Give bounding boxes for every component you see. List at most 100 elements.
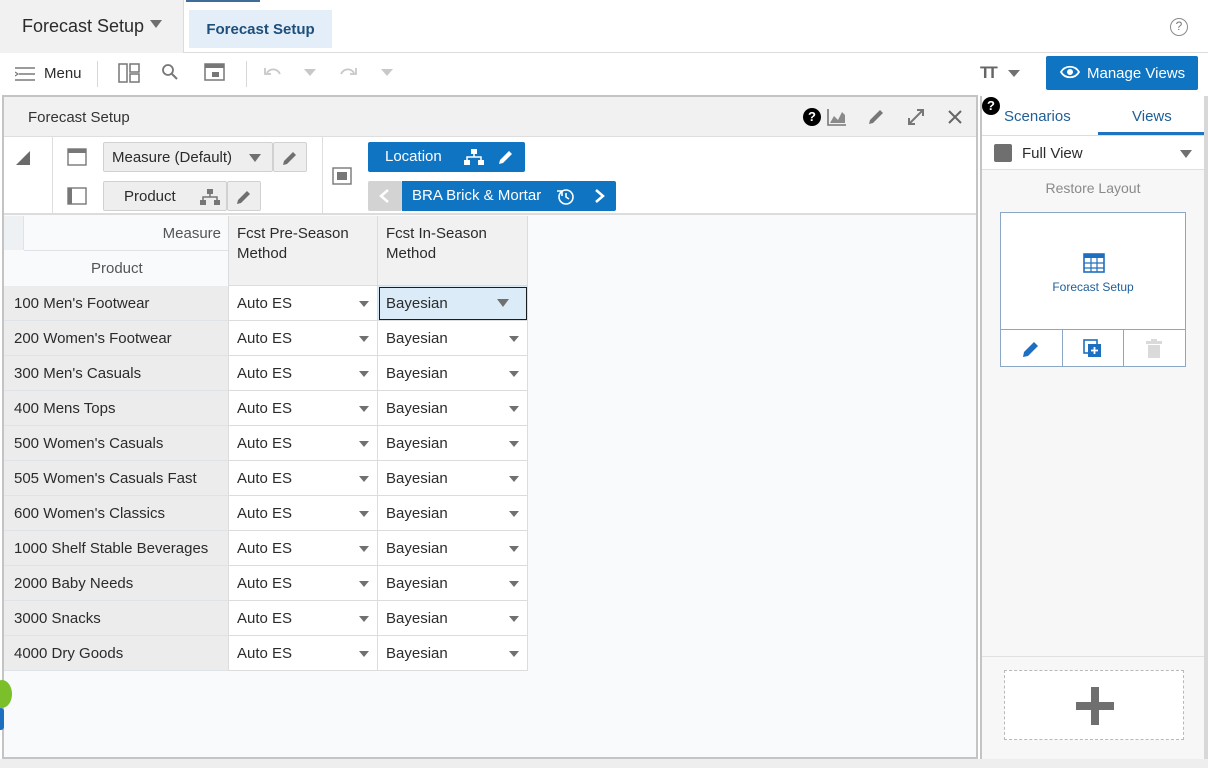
chevron-down-icon[interactable] [359,406,369,412]
chevron-down-icon[interactable] [359,616,369,622]
pre-season-method-cell[interactable]: Auto ES [228,426,378,461]
location-dimension-label: Location [385,148,442,165]
chevron-down-icon[interactable] [509,581,519,587]
manage-views-label: Manage Views [1087,65,1186,82]
chevron-down-icon[interactable] [509,371,519,377]
in-season-method-cell[interactable]: Bayesian [378,531,528,566]
column-header-label: Fcst Pre-Season Method [237,225,349,262]
in-season-method-cell[interactable]: Bayesian [378,391,528,426]
redo-icon[interactable] [338,65,358,81]
pre-season-method-cell[interactable]: Auto ES [228,286,378,321]
text-size-icon[interactable]: TT [980,63,998,83]
product-dimension[interactable]: Product [103,181,227,211]
chevron-down-icon[interactable] [359,441,369,447]
cell-value: Bayesian [386,400,448,417]
column-header-pre-season[interactable]: Fcst Pre-Season Method [228,216,378,286]
product-axis-label: Product [91,260,143,277]
in-season-method-cell[interactable]: Bayesian [378,601,528,636]
chevron-down-icon[interactable] [509,441,519,447]
pre-season-method-cell[interactable]: Auto ES [228,496,378,531]
in-season-method-cell[interactable]: Bayesian [378,286,528,321]
search-icon[interactable] [161,63,179,81]
in-season-method-cell[interactable]: Bayesian [378,636,528,671]
expand-icon[interactable] [906,107,926,127]
chevron-down-icon[interactable] [359,371,369,377]
tab-scenarios[interactable]: Scenarios [1004,108,1071,125]
pre-season-method-cell[interactable]: Auto ES [228,391,378,426]
chevron-down-icon[interactable] [497,299,509,307]
location-dimension[interactable]: Location [368,142,525,172]
side-handle[interactable] [0,708,4,730]
chevron-down-icon[interactable] [304,69,316,76]
layout-icon[interactable] [118,63,140,83]
chevron-down-icon[interactable] [359,476,369,482]
add-view-button[interactable] [1004,670,1184,740]
in-season-method-cell[interactable]: Bayesian [378,356,528,391]
view-select[interactable]: Full View [982,136,1204,170]
in-season-method-cell[interactable]: Bayesian [378,566,528,601]
in-season-method-cell[interactable]: Bayesian [378,461,528,496]
pre-season-method-cell[interactable]: Auto ES [228,321,378,356]
cell-value: Auto ES [237,400,293,417]
duplicate-view-icon[interactable] [1083,339,1103,359]
edit-product-button[interactable] [227,181,261,211]
chevron-down-icon[interactable] [359,651,369,657]
cell-value: Bayesian [386,575,448,592]
row-header: 400 Mens Tops [4,391,230,426]
tab-forecast-setup[interactable]: Forecast Setup [189,10,332,48]
chevron-down-icon[interactable] [1008,70,1020,77]
chevron-down-icon[interactable] [509,616,519,622]
chevron-down-icon[interactable] [359,301,369,307]
chart-icon[interactable] [826,107,848,127]
right-tab-bar: ? Scenarios Views [982,96,1204,136]
undo-icon[interactable] [263,65,283,81]
close-icon[interactable] [947,109,963,125]
pencil-icon[interactable] [497,148,515,166]
delete-view-icon[interactable] [1146,339,1162,359]
app-title-dropdown[interactable]: Forecast Setup [0,0,184,53]
chevron-down-icon[interactable] [359,581,369,587]
edit-view-icon[interactable] [1021,339,1041,359]
chevron-down-icon[interactable] [509,546,519,552]
column-header-in-season[interactable]: Fcst In-Season Method [378,216,528,286]
restore-layout-link[interactable]: Restore Layout [982,180,1204,196]
menu-icon[interactable] [15,66,37,82]
location-value-selector[interactable]: BRA Brick & Mortar [402,181,616,211]
pre-season-method-cell[interactable]: Auto ES [228,636,378,671]
menu-button[interactable]: Menu [44,65,82,82]
pre-season-method-cell[interactable]: Auto ES [228,356,378,391]
chevron-down-icon[interactable] [509,511,519,517]
row-header: 505 Women's Casuals Fast [4,461,230,496]
pre-season-method-cell[interactable]: Auto ES [228,601,378,636]
chevron-down-icon[interactable] [359,336,369,342]
in-season-method-cell[interactable]: Bayesian [378,496,528,531]
measure-selector[interactable]: Measure (Default) [103,142,273,172]
edit-measure-button[interactable] [273,142,307,172]
collapse-corner-icon[interactable] [16,151,30,165]
help-icon[interactable]: ? [982,97,1000,115]
chevron-down-icon[interactable] [359,546,369,552]
edit-icon[interactable] [866,107,886,127]
manage-views-button[interactable]: Manage Views [1046,56,1198,90]
help-icon[interactable]: ? [803,108,821,126]
chevron-down-icon[interactable] [509,406,519,412]
pencil-icon [283,152,296,165]
hierarchy-icon [200,189,220,205]
in-season-method-cell[interactable]: Bayesian [378,426,528,461]
view-card[interactable]: Forecast Setup [1000,212,1186,367]
previous-location-button[interactable] [368,181,402,211]
chevron-down-icon[interactable] [359,511,369,517]
pre-season-method-cell[interactable]: Auto ES [228,531,378,566]
pre-season-method-cell[interactable]: Auto ES [228,566,378,601]
tab-views[interactable]: Views [1132,108,1172,125]
help-icon[interactable]: ? [1170,18,1188,36]
in-season-method-cell[interactable]: Bayesian [378,321,528,356]
chevron-right-icon[interactable] [594,188,606,204]
pre-season-method-cell[interactable]: Auto ES [228,461,378,496]
calendar-view-icon[interactable] [204,62,226,82]
chevron-down-icon[interactable] [381,69,393,76]
chevron-down-icon[interactable] [509,336,519,342]
history-icon[interactable] [556,187,576,207]
chevron-down-icon[interactable] [509,476,519,482]
chevron-down-icon[interactable] [509,651,519,657]
